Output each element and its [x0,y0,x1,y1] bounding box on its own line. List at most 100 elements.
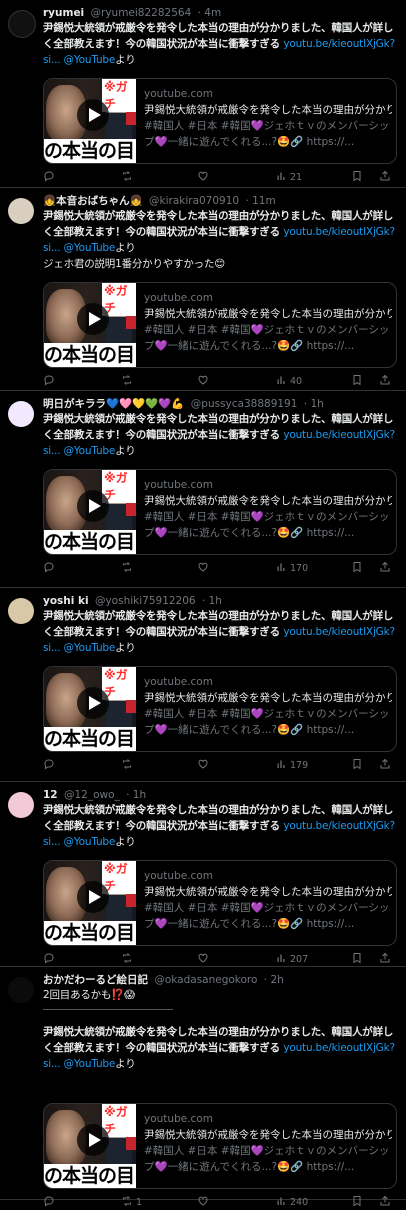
reply-button[interactable] [43,374,55,388]
youtube-mention[interactable]: @YouTube [64,642,116,654]
retweet-button[interactable]: 1 [121,1195,142,1209]
display-name[interactable]: おかだわーるど絵日記 [43,974,148,986]
share-button[interactable] [379,1195,391,1209]
timestamp[interactable]: · 4m [198,7,222,19]
timestamp[interactable]: · 1h [202,595,222,607]
video-thumbnail[interactable]: ※ガチ の本当の目 [44,1104,136,1188]
reply-button[interactable] [43,952,55,966]
tweet[interactable]: ryumei @ryumei82282564 · 4m 尹錫悦大統領が戒厳令を発… [0,0,406,188]
tweet[interactable]: おかだわーるど絵日記 @okadasanegokoro · 2h 2回目あるかも… [0,967,406,1208]
tweet-actions: 1 240 [43,1195,395,1209]
avatar[interactable] [8,10,36,38]
tweet[interactable]: 👧本音おばちゃん👧 @kirakira070910 · 11m 尹錫悦大統領が戒… [0,188,406,391]
avatar[interactable] [8,977,34,1003]
youtube-link-card[interactable]: ※ガチ の本当の目 youtube.com 尹錫悦大統領が戒厳令を発令した本当の理由が… [43,78,397,164]
bookmark-button[interactable] [351,758,363,772]
youtube-mention[interactable]: @YouTube [64,54,116,66]
bookmark-icon [351,375,363,387]
like-button[interactable] [197,1195,209,1209]
youtube-link-card[interactable]: ※ガチ の本当の目 youtube.com 尹錫悦大統領が戒厳令を発令した本当の理由が… [43,469,397,555]
card-info: youtube.com 尹錫悦大統領が戒厳令を発令した本当の理由が分かり… #韓国人… [144,1112,392,1175]
display-name[interactable]: 12 [43,789,58,801]
play-icon[interactable] [77,1124,109,1156]
youtube-link-card[interactable]: ※ガチ の本当の目 youtube.com 尹錫悦大統領が戒厳令を発令した本当の理由が… [43,1103,397,1189]
tweet-body: 👧本音おばちゃん👧 @kirakira070910 · 11m 尹錫悦大統領が戒… [43,194,400,272]
display-name[interactable]: 明日がキララ💙🩷💛💚💜💪 [43,398,184,410]
avatar[interactable] [8,598,34,624]
retweet-button[interactable] [121,758,133,772]
bookmark-button[interactable] [351,170,363,184]
views-button[interactable]: 170 [275,561,308,575]
like-button[interactable] [197,952,209,966]
retweet-button[interactable] [121,561,133,575]
share-button[interactable] [379,952,391,966]
tweet[interactable]: 12 @12_owo_ · 1h 尹錫悦大統領が戒厳令を発令した本当の理由が分か… [0,782,406,967]
share-button[interactable] [379,170,391,184]
video-thumbnail[interactable]: ※ガチ の本当の目 [44,667,136,751]
like-button[interactable] [197,758,209,772]
user-handle[interactable]: @yoshiki75912206 [95,595,196,607]
views-button[interactable]: 179 [275,758,308,772]
thumbnail-caption: の本当の目 [44,530,136,554]
timestamp[interactable]: · 1h [304,398,324,410]
reply-button[interactable] [43,561,55,575]
share-button[interactable] [379,561,391,575]
youtube-mention[interactable]: @YouTube [64,445,116,457]
bookmark-button[interactable] [351,561,363,575]
retweet-button[interactable] [121,374,133,388]
bookmark-button[interactable] [351,1195,363,1209]
tweet[interactable]: yoshi ki @yoshiki75912206 · 1h 尹錫悦大統領が戒厳… [0,588,406,782]
video-thumbnail[interactable]: ※ガチ の本当の目 [44,283,136,367]
video-thumbnail[interactable]: ※ガチ の本当の目 [44,470,136,554]
user-handle[interactable]: @kirakira070910 [149,195,239,207]
tweet-extra: ジェホ君の説明1番分かりやすかった😊 [43,258,226,270]
play-icon[interactable] [77,303,109,335]
display-name[interactable]: yoshi ki [43,595,89,607]
avatar[interactable] [8,198,34,224]
views-button[interactable]: 21 [275,170,302,184]
display-name[interactable]: 👧本音おばちゃん👧 [43,195,143,207]
share-button[interactable] [379,374,391,388]
views-button[interactable]: 40 [275,374,302,388]
user-handle[interactable]: @pussyca38889191 [191,398,298,410]
tweet[interactable]: 明日がキララ💙🩷💛💚💜💪 @pussyca38889191 · 1h 尹錫悦大統… [0,391,406,588]
youtube-link-card[interactable]: ※ガチ の本当の目 youtube.com 尹錫悦大統領が戒厳令を発令した本当の理由が… [43,860,397,946]
user-handle[interactable]: @okadasanegokoro [154,974,257,986]
retweet-button[interactable] [121,170,133,184]
retweet-button[interactable] [121,952,133,966]
play-icon[interactable] [77,490,109,522]
video-thumbnail[interactable]: ※ガチ の本当の目 [44,861,136,945]
video-thumbnail[interactable]: ※ガチ の本当の目 [44,79,136,163]
like-button[interactable] [197,561,209,575]
user-handle[interactable]: @12_owo_ [64,789,120,801]
youtube-link-card[interactable]: ※ガチ の本当の目 youtube.com 尹錫悦大統領が戒厳令を発令した本当の理由が… [43,666,397,752]
youtube-mention[interactable]: @YouTube [64,836,116,848]
user-handle[interactable]: @ryumei82282564 [91,7,192,19]
play-icon[interactable] [77,687,109,719]
youtube-link-card[interactable]: ※ガチ の本当の目 youtube.com 尹錫悦大統領が戒厳令を発令した本当の理由が… [43,282,397,368]
timestamp[interactable]: · 11m [245,195,275,207]
timestamp[interactable]: · 2h [264,974,284,986]
avatar[interactable] [8,792,34,818]
reply-icon [43,1196,55,1208]
share-icon [379,952,391,965]
display-name[interactable]: ryumei [43,7,84,19]
reply-button[interactable] [43,170,55,184]
youtube-mention[interactable]: @YouTube [64,242,116,254]
reply-button[interactable] [43,1195,55,1209]
views-button[interactable]: 207 [275,952,308,966]
share-icon [379,374,391,387]
like-button[interactable] [197,170,209,184]
views-button[interactable]: 240 [275,1195,308,1209]
share-button[interactable] [379,758,391,772]
reply-button[interactable] [43,758,55,772]
bookmark-button[interactable] [351,374,363,388]
bookmark-icon [351,1196,363,1208]
youtube-mention[interactable]: @YouTube [64,1058,116,1070]
play-icon[interactable] [77,881,109,913]
like-button[interactable] [197,374,209,388]
play-icon[interactable] [77,99,109,131]
avatar[interactable] [8,401,34,427]
bookmark-button[interactable] [351,952,363,966]
timestamp[interactable]: · 1h [126,789,146,801]
